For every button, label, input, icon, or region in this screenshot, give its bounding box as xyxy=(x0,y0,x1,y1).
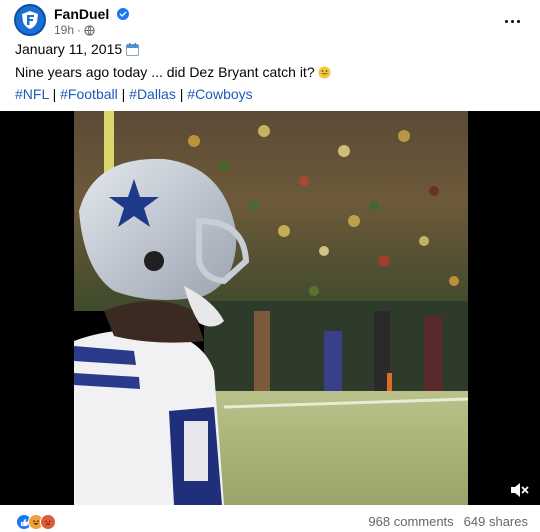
facebook-post: FanDuel 19h · January 11, 2015 Nine year… xyxy=(0,0,540,532)
fanduel-shield-icon xyxy=(22,11,38,29)
angry-reaction-icon xyxy=(40,514,56,530)
more-options-button[interactable] xyxy=(498,7,526,35)
verified-badge-icon xyxy=(117,8,129,20)
hashtag-line: #NFL | #Football | #Dallas | #Cowboys xyxy=(15,85,253,103)
hashtag-cowboys[interactable]: #Cowboys xyxy=(187,86,252,102)
post-caption: Nine years ago today ... did Dez Bryant … xyxy=(15,63,331,81)
reaction-summary[interactable] xyxy=(16,514,56,530)
post-header: FanDuel 19h · xyxy=(14,3,534,37)
grinning-face-icon xyxy=(318,66,331,78)
more-dot-icon xyxy=(516,19,520,23)
hashtag-dallas[interactable]: #Dallas xyxy=(129,86,176,102)
engagement-counts: 968 comments 649 shares xyxy=(368,514,528,529)
post-timestamp[interactable]: 19h xyxy=(54,23,74,37)
hashtag-nfl[interactable]: #NFL xyxy=(15,86,49,102)
hashtag-football[interactable]: #Football xyxy=(60,86,118,102)
caption-text: Nine years ago today ... did Dez Bryant … xyxy=(15,64,315,80)
meta-dot: · xyxy=(77,23,82,37)
shares-count[interactable]: 649 shares xyxy=(464,514,528,529)
post-date: January 11, 2015 xyxy=(15,41,123,57)
video-frame xyxy=(74,111,468,505)
fanduel-avatar[interactable] xyxy=(14,4,46,36)
hashtag-separator: | xyxy=(175,86,188,102)
hashtag-separator: | xyxy=(48,86,61,102)
engagement-bar: 968 comments 649 shares xyxy=(0,505,540,532)
calendar-icon xyxy=(126,42,140,56)
muted-speaker-icon[interactable] xyxy=(508,479,530,501)
more-dot-icon xyxy=(510,19,514,23)
hashtag-separator: | xyxy=(117,86,130,102)
page-name-link[interactable]: FanDuel xyxy=(54,6,109,22)
globe-icon xyxy=(84,24,95,36)
comments-count[interactable]: 968 comments xyxy=(368,514,453,529)
angry-face-icon xyxy=(45,520,51,525)
video-player[interactable] xyxy=(0,111,540,505)
more-dot-icon xyxy=(504,19,508,23)
post-meta: 19h · xyxy=(54,23,95,37)
post-date-line: January 11, 2015 xyxy=(15,40,140,58)
